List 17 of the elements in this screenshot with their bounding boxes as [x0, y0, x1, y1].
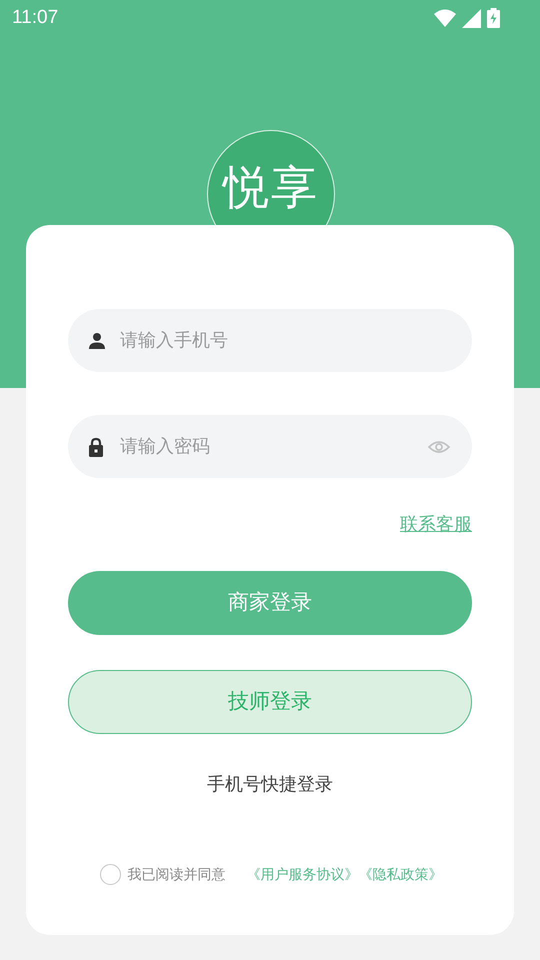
agreement-checkbox[interactable]	[100, 864, 120, 885]
agreement-text: 我已阅读并同意	[128, 865, 226, 884]
contact-support-link[interactable]: 联系客服	[400, 511, 472, 538]
person-icon	[88, 332, 106, 348]
quick-login-link[interactable]: 手机号快捷登录	[207, 771, 333, 798]
eye-icon[interactable]	[428, 440, 450, 454]
battery-icon	[487, 8, 500, 28]
wifi-icon	[434, 9, 456, 27]
signal-icon	[462, 8, 481, 28]
policy-link[interactable]: 《隐私政策》	[358, 864, 442, 885]
login-button[interactable]: 商家登录	[68, 571, 472, 635]
input-field[interactable]: 请输入手机号	[68, 309, 472, 372]
policy-link[interactable]: 《用户服务协议》	[246, 864, 358, 885]
status-time: 11:07	[12, 6, 58, 30]
input-field[interactable]: 请输入密码	[68, 415, 472, 478]
login-button[interactable]: 技师登录	[68, 670, 472, 734]
lock-icon	[88, 436, 104, 456]
